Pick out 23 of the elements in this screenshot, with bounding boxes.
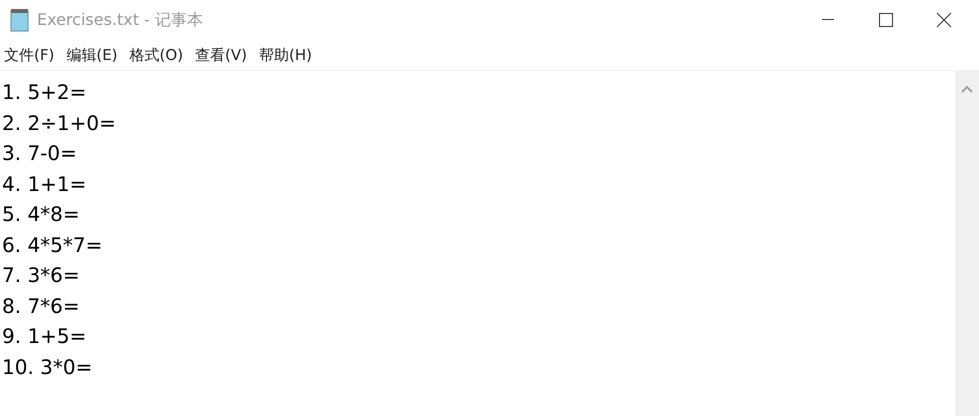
text-line: 6. 4*5*7= <box>2 232 104 258</box>
text-line: 5. 4*8= <box>2 201 81 228</box>
minimize-icon <box>822 19 834 21</box>
menu-item[interactable]: 查看(V) <box>195 46 248 64</box>
menu-item[interactable]: 帮助(H) <box>259 46 312 64</box>
text-line: 10. 3*0= <box>2 354 94 380</box>
text-line: 7. 3*6= <box>2 262 81 289</box>
maximize-icon <box>879 13 893 27</box>
text-line: 9. 1+5= <box>2 323 88 350</box>
text-line: 2. 2÷1+0= <box>2 110 117 136</box>
text-line: 1. 5+2= <box>2 79 88 106</box>
scrollbar[interactable] <box>955 71 979 416</box>
text-editor[interactable]: 1. 5+2= 2. 2÷1+0= 3. 7-0= 4. 1+1= 5. 4*8= 6. 4*5*7= 7. 3*6= 8. 7*6= 9. 1+5= 10. 3*0= <box>0 71 955 416</box>
menu-item[interactable]: 编辑(E) <box>66 46 118 64</box>
scroll-up-icon[interactable] <box>961 85 973 93</box>
menu-item[interactable]: 格式(O) <box>130 46 184 64</box>
window-title: Exercises.txt - 记事本 <box>37 10 204 30</box>
text-line: 8. 7*6= <box>2 292 81 320</box>
close-icon <box>936 12 952 28</box>
notepad-icon <box>9 8 31 32</box>
text-line: 3. 7-0= <box>2 140 78 167</box>
text-line: 4. 1+1= <box>2 170 88 198</box>
menu-item[interactable]: 文件(F) <box>4 46 54 64</box>
